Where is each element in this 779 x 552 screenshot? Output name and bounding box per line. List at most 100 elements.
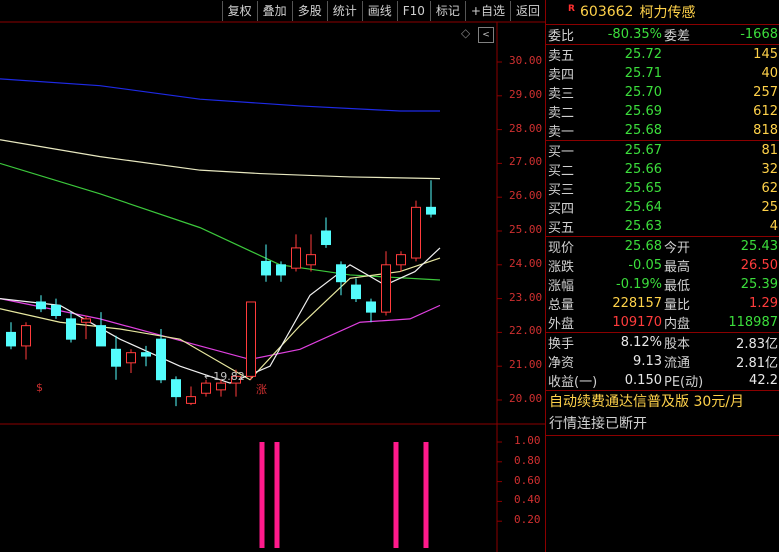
weibi-value: -80.35% xyxy=(607,27,662,42)
stats-row: 净资 9.13 流通 2.81亿 xyxy=(546,352,779,371)
stats-value: 8.12% xyxy=(620,335,662,350)
price-tick-label: 25.00 xyxy=(509,223,543,236)
stats-value: 9.13 xyxy=(633,354,662,369)
bid-label: 买二 xyxy=(548,164,575,179)
quote-value: 109170 xyxy=(612,315,662,330)
bid-row: 买三 25.65 62 xyxy=(546,179,779,198)
indicator-bar xyxy=(423,442,429,548)
bid-price: 25.67 xyxy=(624,143,662,158)
kline-chart-area[interactable]: 复权 叠加 多股 统计 画线 F10 标记 +自选 返回 ◇ < 30.00 29… xyxy=(0,0,545,552)
bid-label: 买一 xyxy=(548,145,575,160)
bid-book: 买一 25.67 81 买二 25.66 32 买三 25.65 62 买四 25.64 25 买五 25… xyxy=(546,141,779,237)
indicator-bar xyxy=(259,442,265,548)
candle-body xyxy=(381,264,391,313)
ma-line xyxy=(0,139,441,180)
quote-panel: R 603662 柯力传感 委比 -80.35% 委差 -1668 卖五 25.7… xyxy=(545,0,779,552)
indicator-bar xyxy=(393,442,399,548)
candle-body xyxy=(261,260,271,276)
candle-body xyxy=(216,382,226,391)
candle-body xyxy=(36,301,46,310)
candle-body xyxy=(291,247,301,269)
toolbar-multistock-button[interactable]: 多股 xyxy=(291,1,327,21)
stats-label: 收益(一) xyxy=(548,375,598,390)
quote-value: -0.05 xyxy=(628,258,662,273)
chart-canvas xyxy=(0,21,545,552)
bid-volume: 81 xyxy=(761,143,778,158)
candle-body xyxy=(66,318,76,340)
candle-body xyxy=(276,264,286,276)
diamond-icon[interactable]: ◇ xyxy=(461,26,470,40)
stats-value-2: 2.83亿 xyxy=(736,337,778,352)
candle-body xyxy=(201,382,211,394)
ask-volume: 257 xyxy=(753,85,778,100)
quote-label: 涨幅 xyxy=(548,279,575,294)
quote-label: 现价 xyxy=(548,241,575,256)
ask-volume: 612 xyxy=(753,104,778,119)
bid-row: 买五 25.63 4 xyxy=(546,217,779,236)
bid-volume: 62 xyxy=(761,181,778,196)
price-tick-label: 21.00 xyxy=(509,358,543,372)
stats-row: 收益(一) 0.150 PE(动) 42.2 xyxy=(546,371,779,390)
stats-label-2: 股本 xyxy=(664,337,691,352)
price-tick-label: 27.00 xyxy=(509,155,543,169)
toolbar-fuquan-button[interactable]: 复权 xyxy=(221,1,257,21)
bid-row: 买四 25.64 25 xyxy=(546,198,779,217)
bid-label: 买五 xyxy=(548,221,575,236)
candle-body xyxy=(336,264,346,283)
bid-volume: 4 xyxy=(769,219,778,234)
stats-label: 换手 xyxy=(548,337,575,352)
quote-value-2: 118987 xyxy=(728,315,778,330)
quote-value-2: 25.43 xyxy=(740,239,778,254)
bid-label: 买四 xyxy=(548,202,575,217)
candle-body xyxy=(426,206,436,215)
ma-line xyxy=(0,162,441,281)
stats-value-2: 2.81亿 xyxy=(736,356,778,371)
quote-value-2: 1.29 xyxy=(749,296,778,311)
toolbar-drawline-button[interactable]: 画线 xyxy=(361,1,397,21)
quote-label-2: 今开 xyxy=(664,241,691,256)
weibi-row: 委比 -80.35% 委差 -1668 xyxy=(546,25,779,45)
quote-label-2: 最高 xyxy=(664,260,691,275)
bid-row: 买一 25.67 81 xyxy=(546,141,779,160)
quote-block: 现价 25.68 今开 25.43 涨跌 -0.05 最高 26.50 涨幅 -0.19% 最低 25… xyxy=(546,237,779,333)
quote-label-2: 量比 xyxy=(664,298,691,313)
candle-body xyxy=(126,352,136,364)
toolbar-add-watchlist-button[interactable]: +自选 xyxy=(464,1,510,21)
toolbar-overlay-button[interactable]: 叠加 xyxy=(256,1,292,21)
quote-row: 总量 228157 量比 1.29 xyxy=(546,294,779,313)
price-tick-label: 30.00 xyxy=(509,54,543,67)
price-tick-label: 22.00 xyxy=(509,324,543,338)
quote-value-2: 25.39 xyxy=(740,277,778,292)
candle-body xyxy=(141,352,151,357)
stock-code: 603662 xyxy=(580,4,634,20)
r-badge-icon: R xyxy=(568,4,575,14)
quote-row: 涨跌 -0.05 最高 26.50 xyxy=(546,256,779,275)
dollar-marker-icon: $ xyxy=(36,381,43,394)
ask-label: 卖五 xyxy=(548,49,575,64)
subscription-ad-link[interactable]: 自动续费通达信普及版 30元/月 xyxy=(546,391,779,413)
price-tick-label: 29.00 xyxy=(509,87,543,101)
zhang-marker: 涨 xyxy=(256,383,267,396)
toolbar-stats-button[interactable]: 统计 xyxy=(326,1,362,21)
candle-body xyxy=(246,301,256,377)
weicha-value: -1668 xyxy=(740,27,778,42)
chart-settings-icon[interactable]: < xyxy=(478,27,494,43)
candle-body xyxy=(171,379,181,398)
quote-value: 25.68 xyxy=(624,239,662,254)
ask-row: 卖三 25.70 257 xyxy=(546,83,779,102)
indicator-tick-label: 0.20 xyxy=(514,513,541,527)
candle-body xyxy=(51,304,61,316)
toolbar-mark-button[interactable]: 标记 xyxy=(429,1,465,21)
quote-row: 涨幅 -0.19% 最低 25.39 xyxy=(546,275,779,294)
toolbar-back-button[interactable]: 返回 xyxy=(509,1,545,21)
quote-row: 外盘 109170 内盘 118987 xyxy=(546,313,779,332)
price-tick-label: 20.00 xyxy=(509,392,543,405)
price-tick-label: 26.00 xyxy=(509,189,543,203)
bid-volume: 32 xyxy=(761,162,778,177)
toolbar-f10-button[interactable]: F10 xyxy=(396,1,430,21)
candle-body xyxy=(156,338,166,381)
indicator-tick-label: 0.80 xyxy=(514,453,541,467)
candle-body xyxy=(351,284,361,300)
ask-price: 25.71 xyxy=(624,66,662,81)
candle-body xyxy=(111,348,121,367)
